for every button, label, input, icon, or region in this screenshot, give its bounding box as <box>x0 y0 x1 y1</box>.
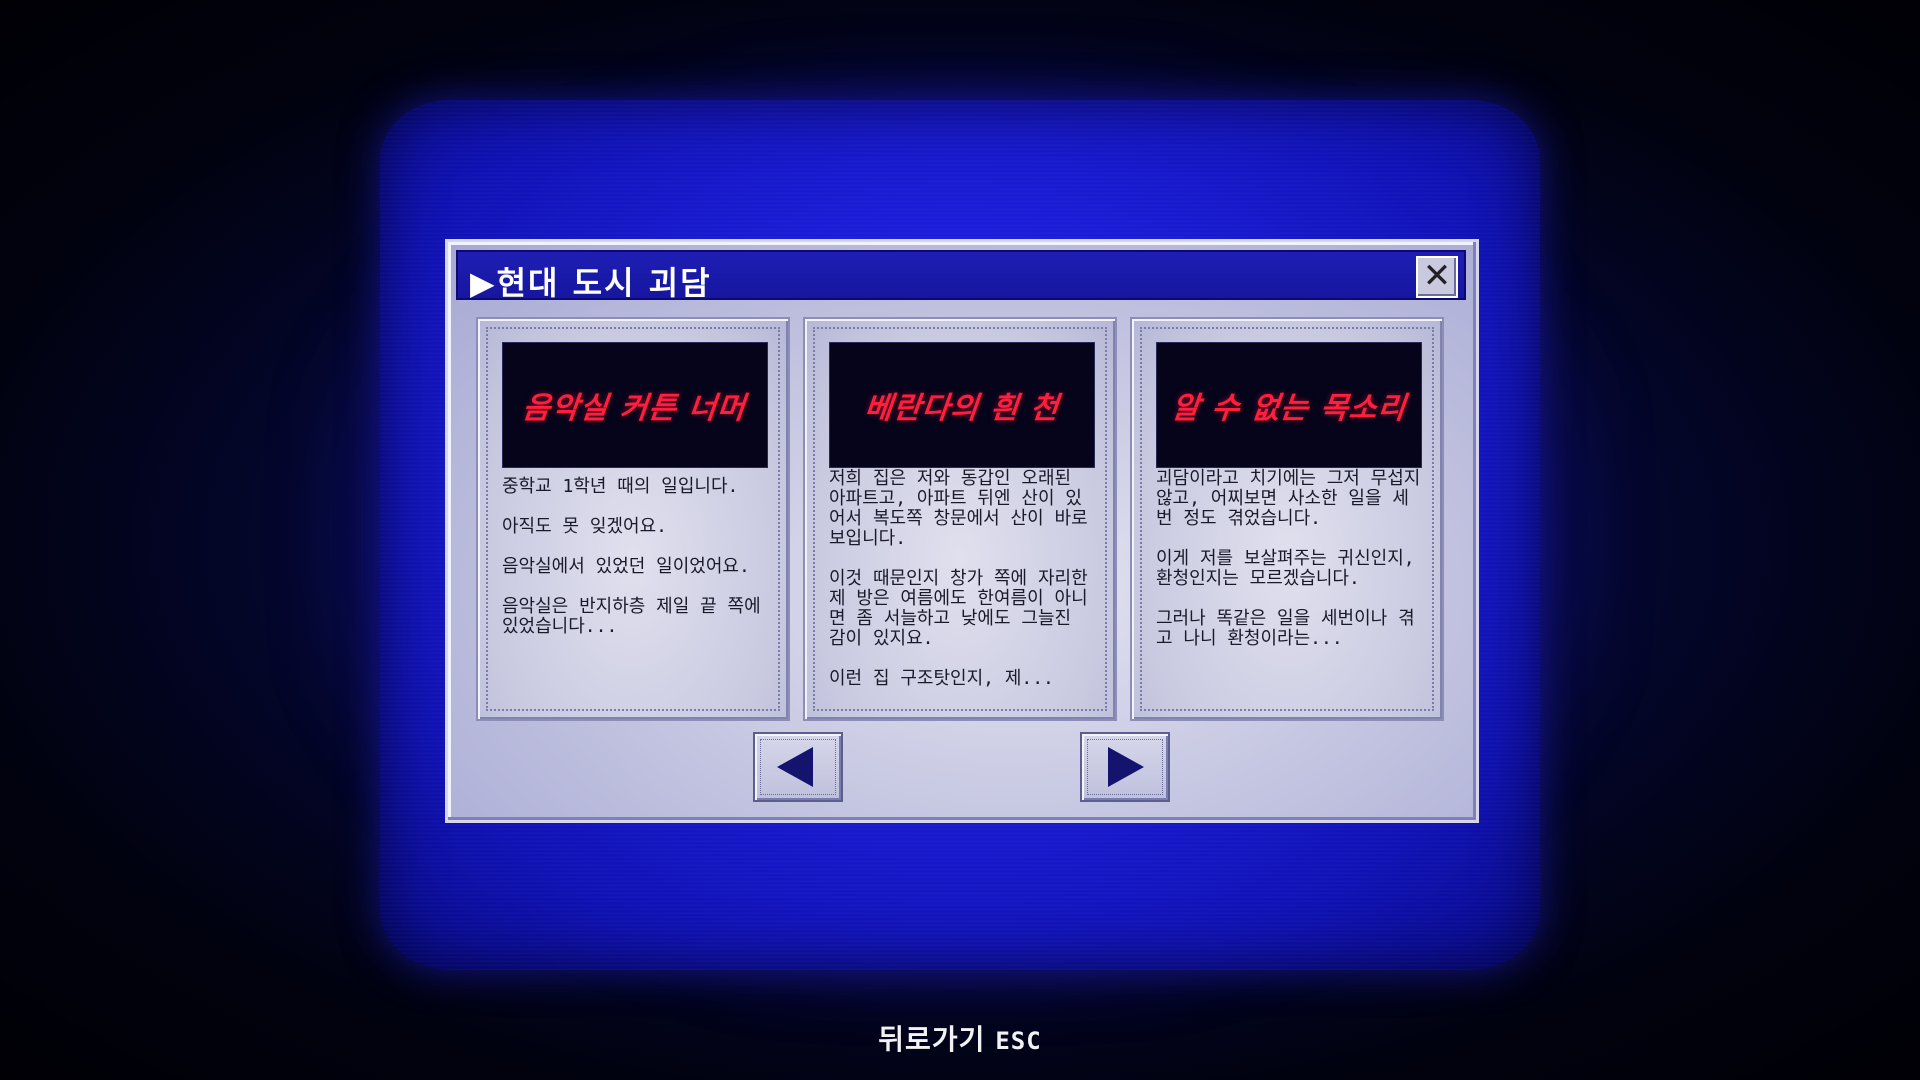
story-card-3[interactable]: 알 수 없는 목소리 괴담이라고 치기에는 그저 무섭지 않고, 어찌보면 사소… <box>1130 317 1444 721</box>
excerpt-paragraph: 이런 집 구조탓인지, 제... <box>829 668 1054 689</box>
excerpt-paragraph: 아직도 못 잊겠어요. <box>502 516 667 537</box>
card-title: 베란다의 흰 천 <box>862 391 1061 426</box>
story-card-2[interactable]: 베란다의 흰 천 저희 집은 저와 동갑인 오래된 아파트고, 아파트 뒤엔 산… <box>803 317 1117 721</box>
game-stage: ▶현대 도시 괴담 ✕ 음악실 커튼 너머 중학교 1학년 때의 일입니다. 아… <box>0 0 1920 1080</box>
excerpt-paragraph: 이것 때문인지 창가 쪽에 자리한 제 방은 여름에도 한여름이 아니면 좀 서… <box>829 568 1088 649</box>
close-button[interactable]: ✕ <box>1416 256 1458 298</box>
title-bar: ▶현대 도시 괴담 ✕ <box>456 250 1466 302</box>
window-title: ▶현대 도시 괴담 <box>470 264 712 302</box>
excerpt-paragraph: 저희 집은 저와 동갑인 오래된 아파트고, 아파트 뒤엔 산이 있어서 복도쪽… <box>829 468 1088 549</box>
esc-key-label: ESC <box>995 1027 1042 1055</box>
excerpt-paragraph: 이게 저를 보살펴주는 귀신인지, 환청인지는 모르겠습니다. <box>1156 548 1415 589</box>
excerpt-paragraph: 음악실에서 있었던 일이었어요. <box>502 556 750 577</box>
back-label: 뒤로가기 <box>878 1023 986 1056</box>
card-banner: 음악실 커튼 너머 <box>502 342 768 468</box>
story-card-1[interactable]: 음악실 커튼 너머 중학교 1학년 때의 일입니다. 아직도 못 잊겠어요. 음… <box>476 317 790 721</box>
back-hint[interactable]: 뒤로가기 ESC <box>0 1018 1920 1058</box>
card-title: 음악실 커튼 너머 <box>521 391 749 426</box>
card-excerpt: 저희 집은 저와 동갑인 오래된 아파트고, 아파트 뒤엔 산이 있어서 복도쪽… <box>829 469 1097 709</box>
story-window: ▶현대 도시 괴담 ✕ 음악실 커튼 너머 중학교 1학년 때의 일입니다. 아… <box>445 239 1479 823</box>
excerpt-paragraph: 중학교 1학년 때의 일입니다. <box>502 476 739 497</box>
excerpt-paragraph: 괴담이라고 치기에는 그저 무섭지 않고, 어찌보면 사소한 일을 세번 정도 … <box>1156 468 1421 529</box>
card-excerpt: 중학교 1학년 때의 일입니다. 아직도 못 잊겠어요. 음악실에서 있었던 일… <box>502 477 770 657</box>
card-banner: 베란다의 흰 천 <box>829 342 1095 468</box>
excerpt-paragraph: 그러나 똑같은 일을 세번이나 겪고 나니 환청이라는... <box>1156 608 1415 649</box>
card-title: 알 수 없는 목소리 <box>1169 391 1408 426</box>
card-excerpt: 괴담이라고 치기에는 그저 무섭지 않고, 어찌보면 사소한 일을 세번 정도 … <box>1156 469 1424 669</box>
card-banner: 알 수 없는 목소리 <box>1156 342 1422 468</box>
right-arrow-icon <box>1108 747 1144 787</box>
prev-page-button[interactable] <box>753 732 843 802</box>
next-page-button[interactable] <box>1080 732 1170 802</box>
left-arrow-icon <box>777 747 813 787</box>
excerpt-paragraph: 음악실은 반지하층 제일 끝 쪽에 있었습니다... <box>502 596 761 637</box>
